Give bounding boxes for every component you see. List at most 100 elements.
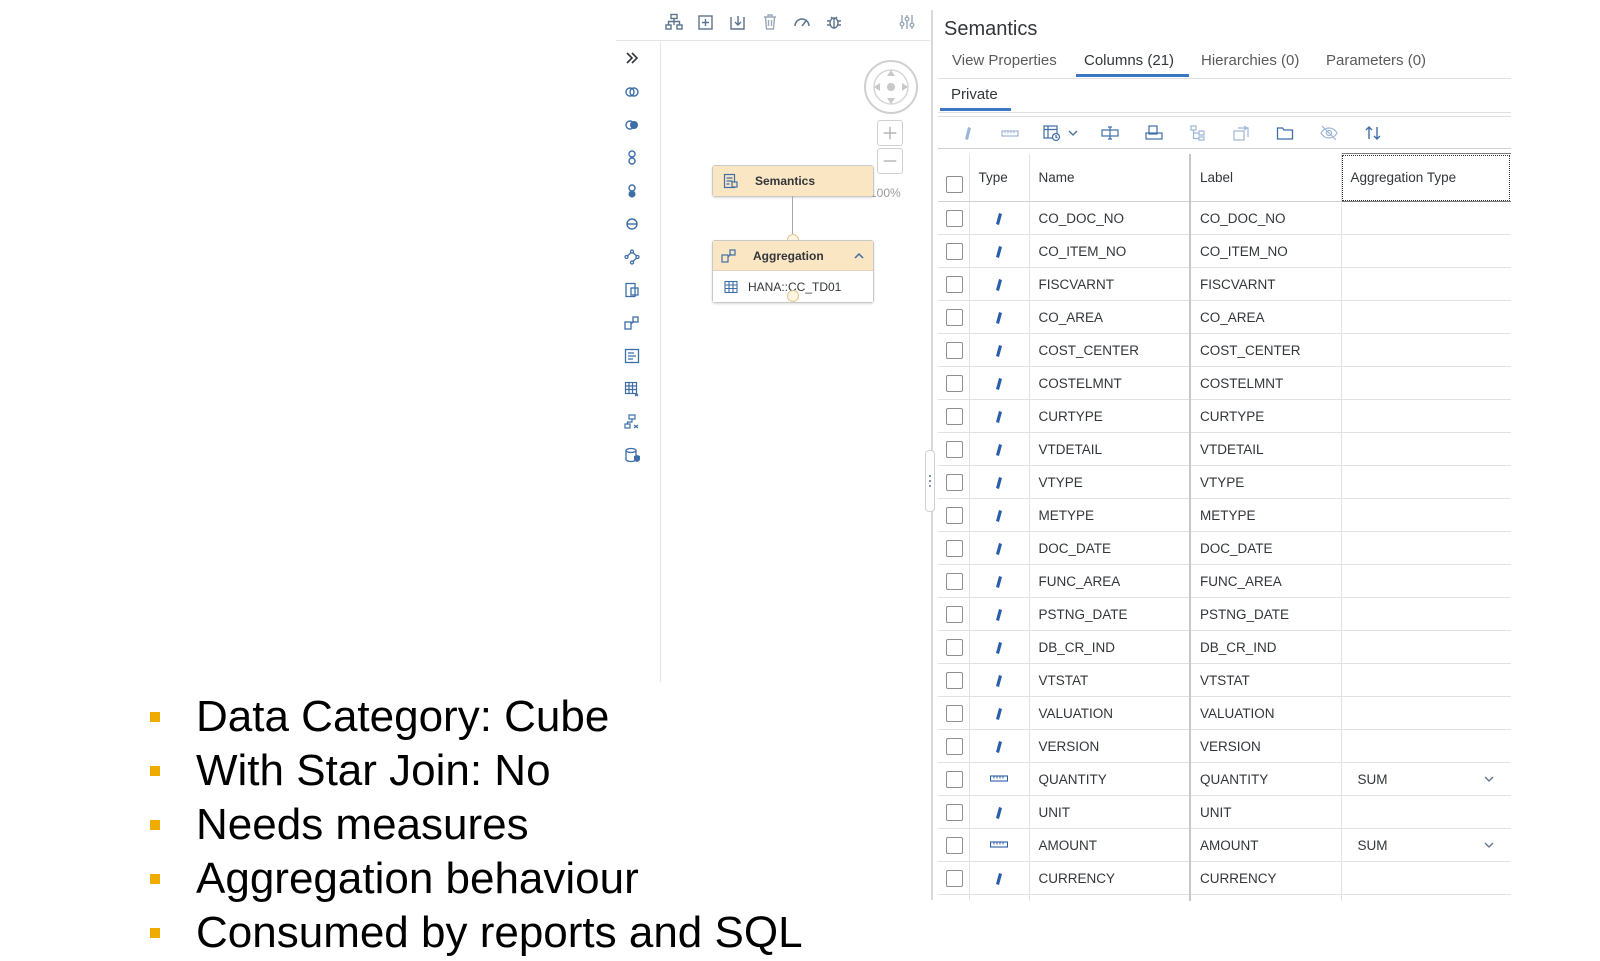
label-cell[interactable]: METYPE [1190, 498, 1342, 532]
name-cell[interactable]: CO_DOC_NO [1029, 201, 1191, 235]
label-cell[interactable]: VTYPE [1190, 465, 1342, 499]
hierarchy-icon[interactable] [1189, 124, 1209, 142]
row-checkbox[interactable] [946, 704, 963, 722]
copy-icon[interactable] [1145, 124, 1165, 142]
table-row[interactable]: QUANTITY QUANTITY SUM [938, 762, 1511, 796]
debug-icon[interactable] [824, 12, 844, 32]
tab-view-properties[interactable]: View Properties [952, 52, 1057, 69]
folder-icon[interactable] [1276, 124, 1296, 142]
sort-icon[interactable] [1364, 124, 1384, 142]
table-row[interactable]: METYPE METYPE [938, 498, 1511, 532]
table-function-icon[interactable] [622, 280, 642, 300]
row-checkbox[interactable] [946, 737, 963, 755]
name-cell[interactable]: FUNC_AREA [1029, 564, 1191, 598]
table-row[interactable]: CO_AREA CO_AREA [938, 300, 1511, 334]
table-row[interactable]: FISCVARNT FISCVARNT [938, 267, 1511, 301]
rank-icon[interactable] [622, 346, 642, 366]
union-icon[interactable] [622, 115, 642, 135]
row-checkbox[interactable] [946, 374, 963, 392]
tab-parameters[interactable]: Parameters (0) [1326, 52, 1426, 69]
label-cell[interactable]: UNIT [1190, 795, 1342, 829]
chevron-up-icon[interactable] [853, 250, 865, 262]
row-checkbox[interactable] [946, 242, 963, 260]
label-cell[interactable]: DB_CR_IND [1190, 630, 1342, 664]
row-checkbox[interactable] [946, 638, 963, 656]
performance-icon[interactable] [792, 12, 812, 32]
table-row[interactable]: AMOUNT AMOUNT SUM [938, 828, 1511, 862]
add-node-icon[interactable] [696, 12, 716, 32]
hide-icon[interactable] [1320, 124, 1340, 142]
table-row[interactable]: UNIT UNIT [938, 795, 1511, 829]
name-cell[interactable]: CO_ITEM_NO [1029, 234, 1191, 268]
name-cell[interactable]: VERSION [1029, 729, 1191, 763]
intersect-icon[interactable] [622, 181, 642, 201]
output-connector[interactable] [787, 290, 799, 302]
label-cell[interactable]: CURTYPE [1190, 399, 1342, 433]
row-checkbox[interactable] [946, 506, 963, 524]
settings-icon[interactable] [897, 12, 917, 32]
header-type[interactable]: Type [969, 153, 1030, 202]
table-row[interactable]: COST_CENTER COST_CENTER [938, 333, 1511, 367]
zoom-in-icon[interactable] [877, 120, 903, 146]
name-cell[interactable]: VTDETAIL [1029, 432, 1191, 466]
table-row[interactable]: VTDETAIL VTDETAIL [938, 432, 1511, 466]
row-checkbox[interactable] [946, 869, 963, 887]
name-cell[interactable] [1029, 894, 1191, 901]
attribute-icon[interactable] [960, 125, 980, 141]
label-cell[interactable]: CO_AREA [1190, 300, 1342, 334]
name-cell[interactable]: CURTYPE [1029, 399, 1191, 433]
delete-icon[interactable] [760, 12, 780, 32]
label-cell[interactable]: COST_CENTER [1190, 333, 1342, 367]
row-checkbox[interactable] [946, 671, 963, 689]
label-cell[interactable]: QUANTITY [1190, 762, 1342, 796]
name-cell[interactable]: DOC_DATE [1029, 531, 1191, 565]
name-cell[interactable]: VTSTAT [1029, 663, 1191, 697]
propagate-icon[interactable] [1232, 124, 1252, 142]
chevron-down-icon[interactable] [1483, 839, 1495, 851]
navigation-pad[interactable] [864, 60, 918, 114]
label-cell[interactable]: FUNC_AREA [1190, 564, 1342, 598]
table-row[interactable]: VALUATION VALUATION [938, 696, 1511, 730]
label-cell[interactable]: COSTELMNT [1190, 366, 1342, 400]
row-checkbox[interactable] [946, 836, 963, 854]
anonymization-icon[interactable] [622, 445, 642, 465]
label-cell[interactable]: FISCVARNT [1190, 267, 1342, 301]
calculated-column-icon[interactable] [1043, 124, 1063, 142]
label-cell[interactable]: CO_ITEM_NO [1190, 234, 1342, 268]
table-row[interactable]: VTSTAT VTSTAT [938, 663, 1511, 697]
table-row[interactable]: VTYPE VTYPE [938, 465, 1511, 499]
table-row[interactable]: PSTNG_DATE PSTNG_DATE [938, 597, 1511, 631]
label-cell[interactable]: PSTNG_DATE [1190, 597, 1342, 631]
name-cell[interactable]: UNIT [1029, 795, 1191, 829]
non-equi-join-icon[interactable] [622, 247, 642, 267]
name-cell[interactable]: CURRENCY [1029, 861, 1191, 895]
name-cell[interactable]: COST_CENTER [1029, 333, 1191, 367]
measure-icon[interactable] [1001, 125, 1021, 141]
semantics-node[interactable]: Semantics [712, 165, 874, 197]
table-row[interactable]: VERSION VERSION [938, 729, 1511, 763]
expand-icon[interactable] [622, 48, 642, 68]
name-cell[interactable]: FISCVARNT [1029, 267, 1191, 301]
name-cell[interactable]: VALUATION [1029, 696, 1191, 730]
name-cell[interactable]: QUANTITY [1029, 762, 1191, 796]
join-icon[interactable] [622, 82, 642, 102]
table-row[interactable]: DB_CR_IND DB_CR_IND [938, 630, 1511, 664]
table-row[interactable]: CO_DOC_NO CO_DOC_NO [938, 201, 1511, 235]
remove-node-icon[interactable] [728, 12, 748, 32]
aggregation-icon[interactable] [622, 313, 642, 333]
table-row[interactable]: DOC_DATE DOC_DATE [938, 531, 1511, 565]
graph-icon[interactable] [622, 148, 642, 168]
rename-icon[interactable] [1101, 124, 1121, 142]
label-cell[interactable]: VTDETAIL [1190, 432, 1342, 466]
row-checkbox[interactable] [946, 572, 963, 590]
name-cell[interactable]: AMOUNT [1029, 828, 1191, 862]
label-cell[interactable]: VERSION [1190, 729, 1342, 763]
table-row[interactable]: CURTYPE CURTYPE [938, 399, 1511, 433]
subtab-private[interactable]: Private [951, 86, 998, 103]
label-cell[interactable]: VTSTAT [1190, 663, 1342, 697]
zoom-out-icon[interactable] [877, 148, 903, 174]
tab-columns[interactable]: Columns (21) [1084, 52, 1174, 69]
label-cell[interactable]: CURRENCY [1190, 861, 1342, 895]
row-checkbox[interactable] [946, 275, 963, 293]
row-checkbox[interactable] [946, 770, 963, 788]
